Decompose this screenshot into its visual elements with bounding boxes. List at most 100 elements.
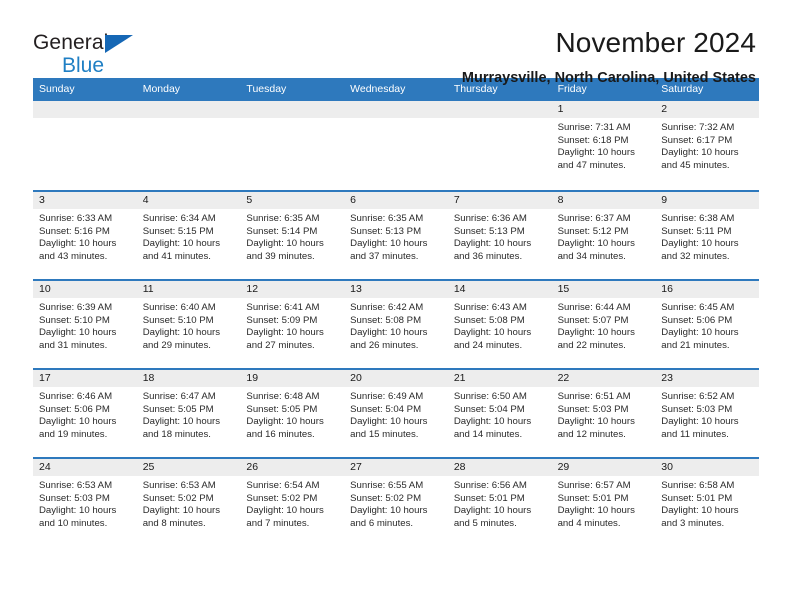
day-details: Sunrise: 6:40 AM Sunset: 5:10 PM Daylight:…	[137, 298, 241, 352]
day-daylight-line2: and 12 minutes.	[557, 428, 626, 440]
day-sunrise: Sunrise: 6:49 AM	[350, 391, 424, 402]
day-daylight-line2: and 43 minutes.	[39, 250, 108, 262]
day-daylight-line2: and 21 minutes.	[661, 339, 730, 351]
day-details: Sunrise: 6:57 AM Sunset: 5:01 PM Daylight:…	[552, 476, 656, 530]
day-sunrise: Sunrise: 6:54 AM	[246, 480, 320, 491]
day-number: 26	[240, 459, 345, 476]
day-cell[interactable]: 2 Sunrise: 7:32 AM Sunset: 6:17 PM Daylight…	[655, 101, 759, 190]
week-row: 10 Sunrise: 6:39 AM Sunset: 5:10 PM Dayligh…	[33, 279, 759, 368]
day-cell[interactable]: 30 Sunrise: 6:58 AM Sunset: 5:01 PM Dayligh…	[655, 459, 759, 546]
day-number: 30	[655, 459, 759, 476]
day-cell[interactable]: 27 Sunrise: 6:55 AM Sunset: 5:02 PM Dayligh…	[344, 459, 448, 546]
day-cell[interactable]: 22 Sunrise: 6:51 AM Sunset: 5:03 PM Dayligh…	[551, 370, 656, 457]
day-cell[interactable]: 9 Sunrise: 6:38 AM Sunset: 5:11 PM Daylight…	[655, 192, 759, 279]
day-daylight-line2: and 26 minutes.	[350, 339, 419, 351]
page-title: November 2024	[555, 27, 756, 58]
day-cell-empty	[136, 101, 241, 190]
day-daylight-line2: and 32 minutes.	[661, 250, 730, 262]
day-details: Sunrise: 6:46 AM Sunset: 5:06 PM Daylight:…	[33, 387, 137, 441]
day-sunrise: Sunrise: 6:36 AM	[453, 213, 527, 224]
day-cell[interactable]: 4 Sunrise: 6:34 AM Sunset: 5:15 PM Daylight…	[136, 192, 241, 279]
day-details: Sunrise: 6:35 AM Sunset: 5:13 PM Daylight:…	[344, 209, 448, 263]
day-cell[interactable]: 3 Sunrise: 6:33 AM Sunset: 5:16 PM Daylight…	[33, 192, 137, 279]
day-number: 19	[240, 370, 345, 387]
day-number: 22	[551, 370, 656, 387]
day-details: Sunrise: 6:52 AM Sunset: 5:03 PM Daylight:…	[655, 387, 759, 441]
day-daylight-line1: Daylight: 10 hours	[350, 327, 428, 339]
day-daylight-line1: Daylight: 10 hours	[453, 238, 532, 250]
brand-name-general: General	[33, 31, 133, 54]
day-number: 3	[33, 192, 137, 209]
day-cell[interactable]: 25 Sunrise: 6:53 AM Sunset: 5:02 PM Dayligh…	[136, 459, 241, 546]
day-number: 7	[447, 192, 552, 209]
day-daylight-line1: Daylight: 10 hours	[557, 327, 635, 339]
day-cell[interactable]: 8 Sunrise: 6:37 AM Sunset: 5:12 PM Daylight…	[551, 192, 656, 279]
day-daylight-line2: and 10 minutes.	[39, 517, 108, 529]
day-daylight-line2: and 16 minutes.	[246, 428, 315, 440]
day-cell[interactable]: 18 Sunrise: 6:47 AM Sunset: 5:05 PM Dayligh…	[136, 370, 241, 457]
day-sunset: Sunset: 5:01 PM	[453, 492, 525, 504]
day-cell[interactable]: 19 Sunrise: 6:48 AM Sunset: 5:05 PM Dayligh…	[240, 370, 345, 457]
day-daylight-line2: and 18 minutes.	[142, 428, 211, 440]
day-daylight-line2: and 8 minutes.	[142, 517, 206, 529]
day-cell-empty	[447, 101, 552, 190]
day-number: 18	[136, 370, 241, 387]
day-daylight-line1: Daylight: 10 hours	[39, 416, 117, 428]
day-sunset: Sunset: 5:02 PM	[246, 492, 318, 504]
day-cell[interactable]: 29 Sunrise: 6:57 AM Sunset: 5:01 PM Dayligh…	[551, 459, 656, 546]
day-cell[interactable]: 11 Sunrise: 6:40 AM Sunset: 5:10 PM Dayligh…	[136, 281, 241, 368]
day-details: Sunrise: 6:38 AM Sunset: 5:11 PM Daylight:…	[655, 209, 759, 263]
day-sunset: Sunset: 5:08 PM	[350, 314, 422, 326]
day-cell[interactable]: 12 Sunrise: 6:41 AM Sunset: 5:09 PM Dayligh…	[240, 281, 345, 368]
weekday-header-monday: Monday	[142, 83, 181, 95]
day-daylight-line1: Daylight: 10 hours	[246, 327, 324, 339]
day-sunset: Sunset: 5:10 PM	[142, 314, 214, 326]
day-cell[interactable]: 26 Sunrise: 6:54 AM Sunset: 5:02 PM Dayligh…	[240, 459, 345, 546]
day-details: Sunrise: 6:47 AM Sunset: 5:05 PM Daylight:…	[137, 387, 241, 441]
day-daylight-line2: and 5 minutes.	[453, 517, 517, 529]
day-sunset: Sunset: 5:11 PM	[661, 225, 732, 237]
blue-triangle-icon	[105, 35, 133, 53]
general-blue-logo[interactable]: General Blue	[33, 26, 133, 77]
day-details: Sunrise: 6:50 AM Sunset: 5:04 PM Daylight:…	[448, 387, 552, 441]
day-daylight-line1: Daylight: 10 hours	[557, 238, 635, 250]
day-daylight-line1: Daylight: 10 hours	[453, 327, 532, 339]
day-sunrise: Sunrise: 6:37 AM	[557, 213, 631, 224]
day-details: Sunrise: 6:51 AM Sunset: 5:03 PM Daylight:…	[552, 387, 656, 441]
day-cell[interactable]: 24 Sunrise: 6:53 AM Sunset: 5:03 PM Dayligh…	[33, 459, 137, 546]
day-cell[interactable]: 16 Sunrise: 6:45 AM Sunset: 5:06 PM Dayligh…	[655, 281, 759, 368]
day-cell[interactable]: 7 Sunrise: 6:36 AM Sunset: 5:13 PM Daylight…	[447, 192, 552, 279]
calendar-grid: Sunday Monday Tuesday Wednesday Thursday Frid…	[33, 78, 759, 546]
day-cell[interactable]: 10 Sunrise: 6:39 AM Sunset: 5:10 PM Dayligh…	[33, 281, 137, 368]
day-cell[interactable]: 15 Sunrise: 6:44 AM Sunset: 5:07 PM Dayligh…	[551, 281, 656, 368]
day-sunrise: Sunrise: 6:55 AM	[350, 480, 424, 491]
day-daylight-line1: Daylight: 10 hours	[661, 505, 739, 517]
day-cell[interactable]: 28 Sunrise: 6:56 AM Sunset: 5:01 PM Dayligh…	[447, 459, 552, 546]
brand-blue-text: Blue	[62, 54, 105, 77]
day-number: 5	[240, 192, 345, 209]
day-cell[interactable]: 1 Sunrise: 7:31 AM Sunset: 6:18 PM Daylight…	[551, 101, 656, 190]
day-daylight-line2: and 47 minutes.	[557, 159, 626, 171]
day-cell[interactable]: 5 Sunrise: 6:35 AM Sunset: 5:14 PM Daylight…	[240, 192, 345, 279]
day-sunset: Sunset: 5:13 PM	[350, 225, 422, 237]
day-cell[interactable]: 23 Sunrise: 6:52 AM Sunset: 5:03 PM Dayligh…	[655, 370, 759, 457]
day-cell[interactable]: 14 Sunrise: 6:43 AM Sunset: 5:08 PM Dayligh…	[447, 281, 552, 368]
day-cell[interactable]: 6 Sunrise: 6:35 AM Sunset: 5:13 PM Daylight…	[344, 192, 448, 279]
brand-general-text: General	[33, 31, 109, 54]
day-details: Sunrise: 6:42 AM Sunset: 5:08 PM Daylight:…	[344, 298, 448, 352]
day-details: Sunrise: 6:54 AM Sunset: 5:02 PM Daylight:…	[240, 476, 344, 530]
day-cell[interactable]: 13 Sunrise: 6:42 AM Sunset: 5:08 PM Dayligh…	[344, 281, 448, 368]
day-number: 20	[344, 370, 448, 387]
day-cell[interactable]: 17 Sunrise: 6:46 AM Sunset: 5:06 PM Dayligh…	[33, 370, 137, 457]
day-daylight-line2: and 37 minutes.	[350, 250, 419, 262]
weekday-header-sunday: Sunday	[39, 83, 75, 95]
day-details: Sunrise: 6:39 AM Sunset: 5:10 PM Daylight:…	[33, 298, 137, 352]
day-daylight-line1: Daylight: 10 hours	[39, 238, 117, 250]
day-sunset: Sunset: 5:14 PM	[246, 225, 318, 237]
day-number: 13	[344, 281, 448, 298]
day-cell[interactable]: 20 Sunrise: 6:49 AM Sunset: 5:04 PM Dayligh…	[344, 370, 448, 457]
day-sunset: Sunset: 5:03 PM	[39, 492, 110, 504]
day-details: Sunrise: 6:49 AM Sunset: 5:04 PM Daylight:…	[344, 387, 448, 441]
day-cell[interactable]: 21 Sunrise: 6:50 AM Sunset: 5:04 PM Dayligh…	[447, 370, 552, 457]
day-sunset: Sunset: 5:01 PM	[661, 492, 733, 504]
